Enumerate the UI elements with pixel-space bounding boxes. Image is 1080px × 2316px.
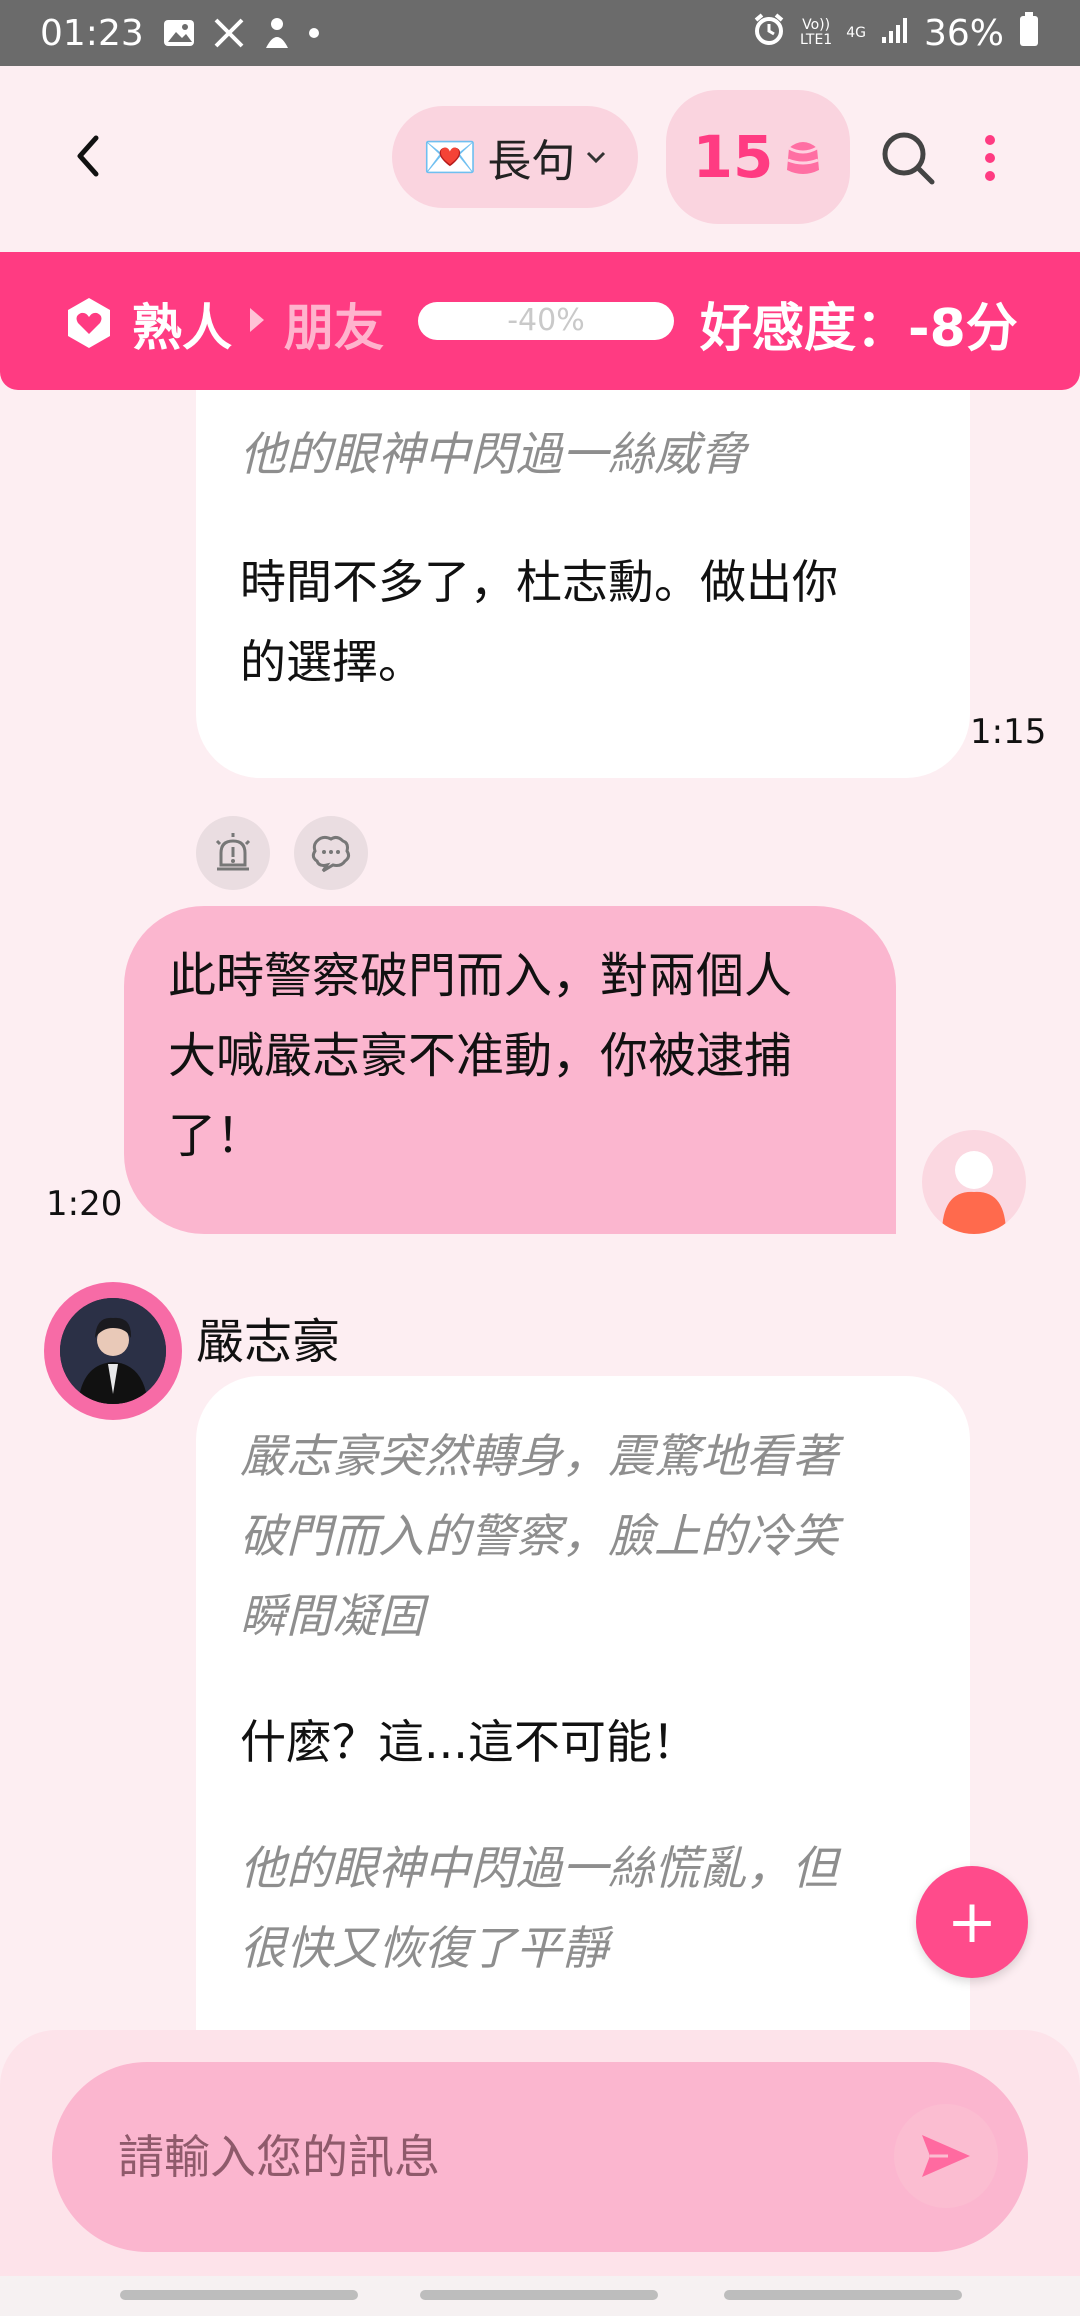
add-button[interactable]: +	[916, 1866, 1028, 1978]
nav-home-handle[interactable]	[420, 2290, 658, 2300]
love-letter-icon: 💌	[422, 132, 478, 183]
shield-heart-icon	[68, 298, 110, 348]
ai-narration: 他的眼神中閃過一絲慌亂，但	[240, 1841, 838, 1895]
mode-selector[interactable]: 💌 長句	[392, 106, 638, 208]
alert-icon	[215, 833, 251, 871]
message-time: 1:15	[970, 712, 1047, 752]
ai-narration: 嚴志豪突然轉身，震驚地看著	[240, 1429, 838, 1483]
relationship-bar: 熟人 朋友 -40% 好感度：-8分	[0, 252, 1080, 390]
relationship-arrow-icon	[250, 308, 264, 332]
message-time: 1:20	[46, 1184, 123, 1224]
ai-narration: 他的眼神中閃過一絲威脅	[240, 427, 746, 481]
ai-narration: 很快又恢復了平靜	[240, 1921, 608, 1975]
composer: 請輸入您的訊息	[0, 2030, 1080, 2276]
status-time: 01:23	[40, 12, 144, 54]
affinity-progress-label: -40%	[507, 303, 585, 338]
search-button[interactable]	[872, 122, 944, 194]
battery-level: 36%	[923, 12, 1004, 54]
user-message-line: 此時警察破門而入，對兩個人	[168, 948, 793, 1004]
ai-message-bubble: 他的眼神中閃過一絲威脅 時間不多了，杜志勳。做出你 的選擇。	[196, 390, 970, 778]
battery-icon	[1018, 11, 1040, 56]
message-input-placeholder: 請輸入您的訊息	[118, 2130, 440, 2184]
nav-back-handle[interactable]	[724, 2290, 962, 2300]
notification-dot-icon	[308, 27, 320, 39]
search-icon	[882, 132, 935, 185]
user-message-line: 了！	[168, 1108, 265, 1164]
ai-speech: 時間不多了，杜志勳。做出你	[240, 555, 838, 609]
x-icon	[212, 16, 246, 50]
network-indicator: Vo)) LTE1	[800, 17, 833, 48]
character-portrait	[60, 1298, 166, 1404]
send-icon	[922, 2135, 970, 2177]
ai-narration: 瞬間凝固	[240, 1589, 424, 1643]
user-message-line: 大喊嚴志豪不准動，你被逮捕	[168, 1028, 793, 1084]
system-nav-bar	[0, 2276, 1080, 2316]
ai-name: 嚴志豪	[196, 1314, 341, 1370]
speech-bubble-icon	[311, 835, 351, 873]
affinity-progress-bar: -40%	[418, 302, 674, 340]
report-button[interactable]	[196, 816, 270, 890]
user-avatar-icon	[942, 1151, 1006, 1234]
status-bar: 01:23 Vo)) LTE1 4G 36%	[0, 0, 1080, 66]
app-icon	[262, 16, 292, 50]
back-button[interactable]	[60, 128, 116, 184]
ai-message-bubble: 嚴志豪突然轉身，震驚地看著 破門而入的警察，臉上的冷笑 瞬間凝固 什麼？這...…	[196, 1376, 970, 2030]
send-button[interactable]	[894, 2104, 998, 2208]
nav-recents-handle[interactable]	[120, 2290, 358, 2300]
photo-icon	[162, 16, 196, 50]
credits-count: 15	[692, 123, 774, 191]
ai-narration: 破門而入的警察，臉上的冷笑	[240, 1509, 838, 1563]
credits-button[interactable]: 15	[666, 90, 850, 224]
ai-speech: 的選擇。	[240, 635, 424, 689]
pudding-icon	[787, 142, 820, 174]
ai-avatar[interactable]	[44, 1282, 182, 1420]
chat-header: 💌 長句 15	[0, 66, 1080, 252]
user-avatar[interactable]	[922, 1130, 1026, 1234]
mode-label: 長句	[487, 136, 576, 187]
more-options-button[interactable]	[960, 122, 1020, 194]
chevron-down-icon	[587, 151, 606, 164]
more-icon	[985, 135, 995, 181]
back-icon	[77, 135, 99, 177]
network-type: 4G	[846, 24, 866, 41]
chat-area[interactable]: 他的眼神中閃過一絲威脅 時間不多了，杜志勳。做出你 的選擇。 1:15 此時警察…	[0, 390, 1080, 2030]
relationship-next: 朋友	[284, 299, 384, 357]
relationship-current: 熟人	[132, 299, 232, 357]
message-input[interactable]: 請輸入您的訊息	[52, 2062, 1028, 2252]
signal-icon	[880, 13, 910, 54]
ai-speech: 什麼？這...這不可能！	[240, 1715, 698, 1769]
comment-button[interactable]	[294, 816, 368, 890]
alarm-icon	[752, 12, 786, 55]
affinity-score: 好感度：-8分	[700, 299, 1018, 359]
user-message-bubble: 此時警察破門而入，對兩個人 大喊嚴志豪不准動，你被逮捕 了！	[124, 906, 896, 1234]
